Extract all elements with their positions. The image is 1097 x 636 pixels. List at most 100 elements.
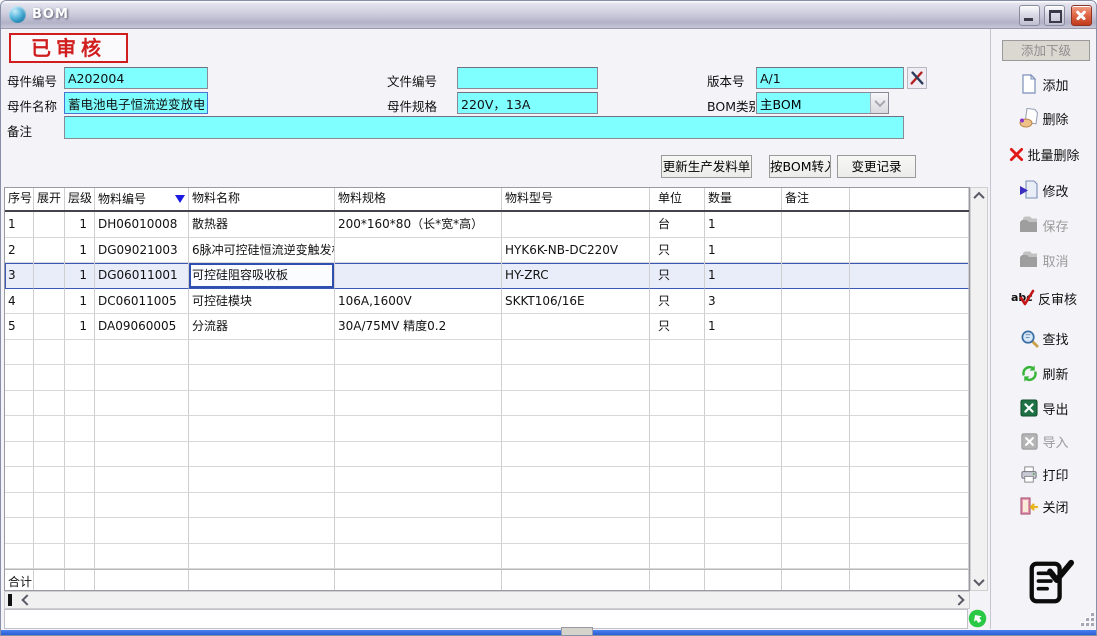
chevron-down-icon[interactable] (870, 93, 888, 113)
remark-field[interactable] (64, 116, 904, 139)
cell-material-model[interactable] (502, 314, 650, 340)
table-row[interactable]: 2 1 DG09021003 6脉冲可控硅恒流逆变触发板 HYK6K-NB-DC… (5, 238, 969, 264)
cell-material-model[interactable]: SKKT106/16E (502, 289, 650, 315)
green-status-icon[interactable] (968, 609, 987, 628)
header-expand[interactable]: 展开 (34, 188, 65, 210)
cell-level[interactable]: 1 (65, 238, 95, 264)
cell-material-no[interactable]: DG09021003 (95, 238, 189, 264)
header-seq[interactable]: 序号 (5, 188, 34, 210)
cell-material-model[interactable]: HYK6K-NB-DC220V (502, 238, 650, 264)
cell-material-spec[interactable] (335, 263, 502, 289)
cell-expand[interactable] (34, 289, 65, 315)
cell-qty[interactable]: 1 (705, 263, 782, 289)
maximize-button[interactable] (1044, 5, 1065, 26)
sidebar-button-add[interactable]: 添加 (991, 73, 1097, 95)
change-records-button[interactable]: 变更记录 (837, 155, 916, 178)
cell-qty[interactable]: 3 (705, 289, 782, 315)
sidebar-button-delete[interactable]: 删除 (991, 107, 1097, 129)
sidebar-button-unaudit[interactable]: abc 反审核 (991, 287, 1097, 309)
material-name-editbox[interactable]: 可控硅阻容吸收板 (189, 263, 335, 289)
vertical-scrollbar[interactable] (970, 187, 988, 591)
cell-level[interactable]: 1 (65, 289, 95, 315)
cell-expand[interactable] (34, 212, 65, 238)
cell-unit[interactable]: 只 (650, 289, 705, 315)
cell-seq[interactable]: 1 (5, 212, 34, 238)
table-row[interactable]: 5 1 DA09060005 分流器 30A/75MV 精度0.2 只 1 (5, 314, 969, 340)
parent-name-field[interactable] (64, 92, 208, 114)
cell-qty[interactable]: 1 (705, 212, 782, 238)
cell-expand[interactable] (34, 263, 65, 289)
cell-blank[interactable] (850, 289, 969, 315)
version-clear-button[interactable] (907, 67, 927, 89)
cell-material-spec[interactable]: 106A,1600V (335, 289, 502, 315)
header-level[interactable]: 层级 (65, 188, 95, 210)
horizontal-scrollbar[interactable] (4, 591, 970, 609)
cell-material-no[interactable]: DA09060005 (95, 314, 189, 340)
minimize-button[interactable] (1019, 5, 1040, 26)
cell-expand[interactable] (34, 238, 65, 264)
scroll-right-icon[interactable] (951, 592, 967, 608)
cell-blank[interactable] (850, 238, 969, 264)
cell-qty[interactable]: 1 (705, 238, 782, 264)
parent-spec-field[interactable] (457, 92, 598, 114)
cell-unit[interactable]: 只 (650, 238, 705, 264)
cell-material-no[interactable]: DC06011005 (95, 289, 189, 315)
cell-material-name[interactable]: 可控硅模块 (189, 289, 335, 315)
cell-material-spec[interactable]: 30A/75MV 精度0.2 (335, 314, 502, 340)
sidebar-button-export[interactable]: 导出 (991, 397, 1097, 419)
cell-remark[interactable] (782, 263, 850, 289)
cell-level[interactable]: 1 (65, 314, 95, 340)
cell-material-model[interactable] (502, 212, 650, 238)
cell-material-no[interactable]: DH06010008 (95, 212, 189, 238)
cell-unit[interactable]: 只 (650, 263, 705, 289)
header-qty[interactable]: 数量 (705, 188, 782, 210)
header-remark[interactable]: 备注 (782, 188, 850, 210)
cell-seq[interactable]: 4 (5, 289, 34, 315)
cell-blank[interactable] (850, 263, 969, 289)
close-button[interactable] (1071, 5, 1092, 26)
cell-remark[interactable] (782, 212, 850, 238)
cell-remark[interactable] (782, 238, 850, 264)
header-material-no[interactable]: 物料编号 (95, 188, 189, 210)
scroll-down-icon[interactable] (971, 574, 987, 590)
version-field[interactable] (756, 67, 904, 89)
resize-grip[interactable] (1080, 612, 1096, 628)
header-material-model[interactable]: 物料型号 (502, 188, 650, 210)
table-row[interactable]: 1 1 DH06010008 散热器 200*160*80（长*宽*高） 台 1 (5, 212, 969, 238)
cell-material-name[interactable]: 6脉冲可控硅恒流逆变触发板 (189, 238, 335, 264)
cell-blank[interactable] (850, 314, 969, 340)
sidebar-button-batch-delete[interactable]: 批量删除 (991, 143, 1097, 165)
cell-material-name[interactable]: 分流器 (189, 314, 335, 340)
header-unit[interactable]: 单位 (650, 188, 705, 210)
cell-material-spec[interactable] (335, 238, 502, 264)
doc-no-field[interactable] (457, 67, 598, 89)
table-row-selected[interactable]: 3 1 DG06011001 可控硅阻容吸收板 HY-ZRC 只 1 (5, 263, 969, 289)
update-issue-list-button[interactable]: 更新生产发料单 (661, 155, 752, 178)
header-material-name[interactable]: 物料名称 (189, 188, 335, 210)
cell-qty[interactable]: 1 (705, 314, 782, 340)
cell-material-model[interactable]: HY-ZRC (502, 263, 650, 289)
sidebar-button-refresh[interactable]: 刷新 (991, 362, 1097, 384)
cell-blank[interactable] (850, 212, 969, 238)
cell-remark[interactable] (782, 314, 850, 340)
cell-material-name[interactable]: 散热器 (189, 212, 335, 238)
sidebar-button-close[interactable]: 关闭 (991, 495, 1097, 517)
splitter-handle[interactable] (561, 627, 593, 636)
header-material-spec[interactable]: 物料规格 (335, 188, 502, 210)
sidebar-button-print[interactable]: 打印 (991, 463, 1097, 485)
cell-expand[interactable] (34, 314, 65, 340)
sidebar-button-find[interactable]: 查找 (991, 327, 1097, 349)
table-row[interactable]: 4 1 DC06011005 可控硅模块 106A,1600V SKKT106/… (5, 289, 969, 315)
parent-no-field[interactable] (64, 67, 208, 89)
cell-seq[interactable]: 5 (5, 314, 34, 340)
sidebar-button-modify[interactable]: 修改 (991, 179, 1097, 201)
scroll-left-icon[interactable] (19, 592, 35, 608)
transfer-by-bom-button[interactable]: 按BOM转入 (769, 155, 831, 178)
cell-unit[interactable]: 台 (650, 212, 705, 238)
cell-level[interactable]: 1 (65, 212, 95, 238)
cell-unit[interactable]: 只 (650, 314, 705, 340)
cell-material-spec[interactable]: 200*160*80（长*宽*高） (335, 212, 502, 238)
cell-remark[interactable] (782, 289, 850, 315)
bom-type-dropdown[interactable]: 主BOM (756, 92, 889, 114)
scroll-up-icon[interactable] (971, 188, 987, 204)
